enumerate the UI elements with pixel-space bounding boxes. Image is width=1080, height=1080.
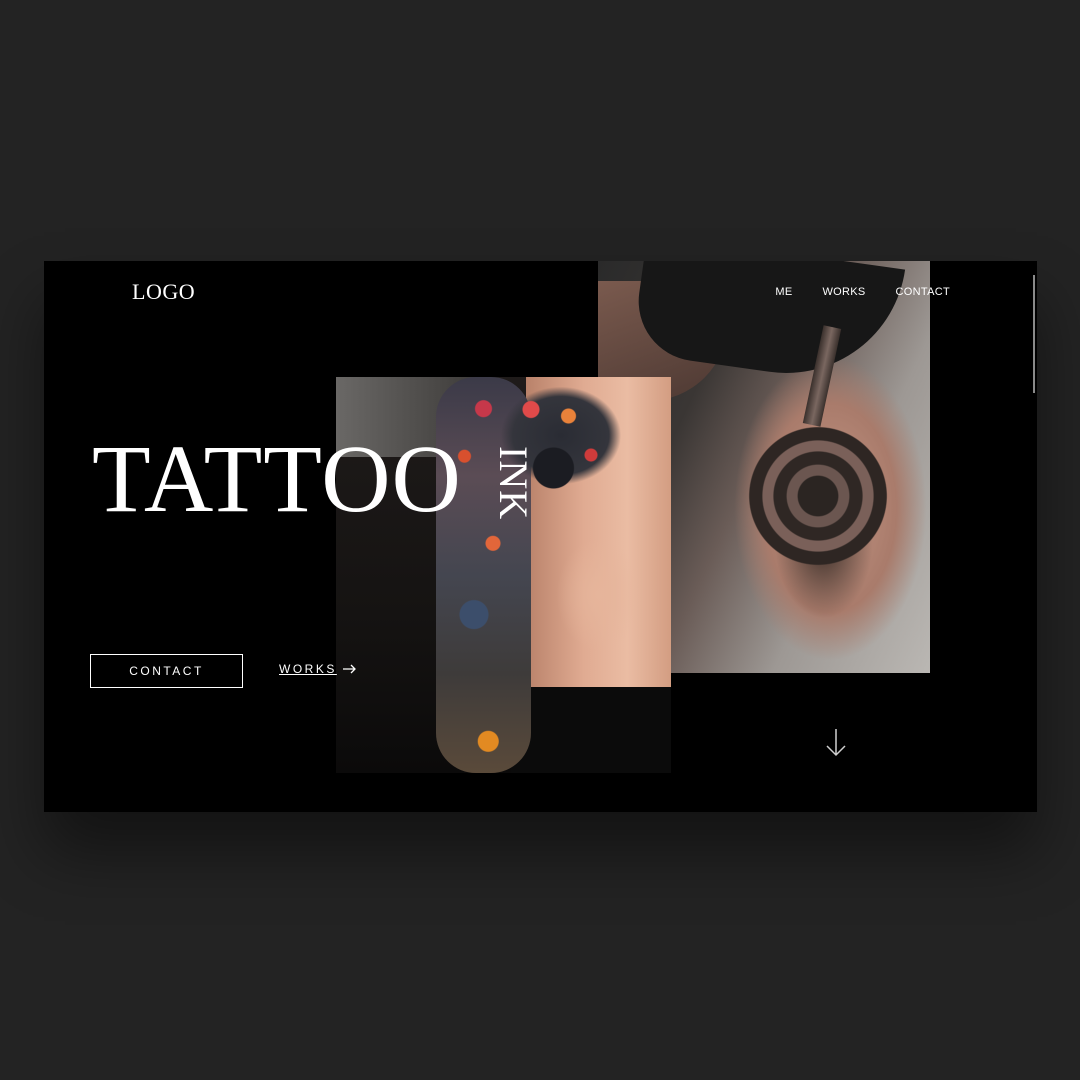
nav-item-me[interactable]: ME <box>775 286 792 298</box>
photo-rose-tattoo <box>748 411 888 581</box>
logo[interactable]: LOGO <box>132 279 195 305</box>
contact-button[interactable]: CONTACT <box>90 654 243 688</box>
main-nav: ME WORKS CONTACT <box>775 286 950 298</box>
hero-subtitle-vertical: INK <box>491 446 536 521</box>
nav-item-contact[interactable]: CONTACT <box>896 286 950 298</box>
landing-page-card: LOGO ME WORKS CONTACT TATTOO INK CONTACT… <box>44 261 1037 812</box>
works-link-label: WORKS <box>279 662 337 676</box>
scrollbar[interactable] <box>1033 275 1035 393</box>
works-link[interactable]: WORKS <box>279 662 357 676</box>
arrow-down-icon[interactable] <box>824 727 848 759</box>
hero-title: TATTOO <box>92 425 462 532</box>
photo-pants <box>511 687 671 773</box>
nav-item-works[interactable]: WORKS <box>822 286 865 298</box>
arrow-right-icon <box>342 664 356 674</box>
